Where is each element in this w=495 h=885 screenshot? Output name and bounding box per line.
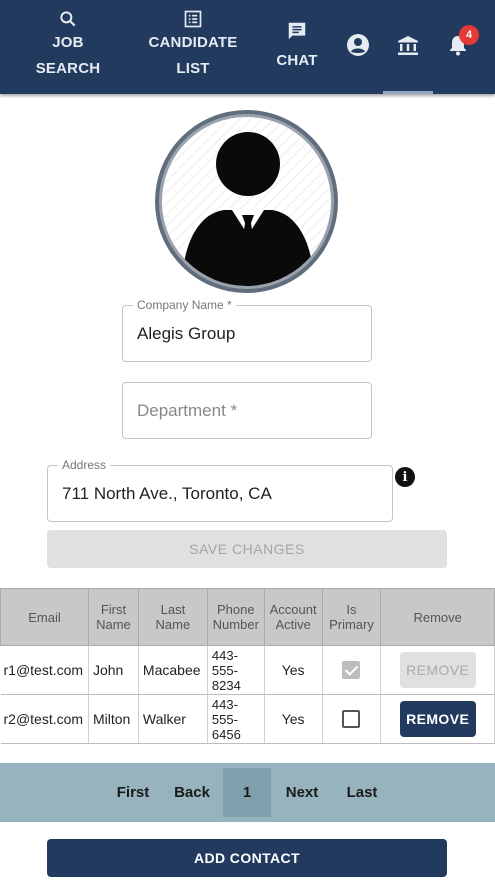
add-contact-button[interactable]: ADD CONTACT bbox=[47, 839, 447, 877]
company-name-field[interactable]: Company Name * Alegis Group bbox=[122, 298, 372, 362]
bank-icon bbox=[396, 33, 420, 62]
nav-chat[interactable]: CHAT bbox=[268, 0, 326, 94]
cell-first-name: John bbox=[88, 645, 139, 695]
cell-last-name: Walker bbox=[138, 694, 208, 744]
company-name-value: Alegis Group bbox=[137, 323, 236, 343]
notification-badge: 4 bbox=[459, 25, 479, 45]
page-current[interactable]: 1 bbox=[223, 768, 271, 817]
cell-account-active: Yes bbox=[264, 645, 323, 695]
address-value: 711 North Ave., Toronto, CA bbox=[62, 483, 272, 503]
cell-remove: REMOVE bbox=[380, 645, 495, 695]
header-is-primary: Is Primary bbox=[321, 588, 382, 646]
search-icon bbox=[58, 8, 78, 30]
nav-chat-label: CHAT bbox=[276, 52, 318, 69]
header-phone: Phone Number bbox=[206, 588, 265, 646]
nav-job-search-label: JOB SEARCH bbox=[35, 34, 101, 77]
department-placeholder: Department * bbox=[137, 400, 238, 420]
page-next[interactable]: Next bbox=[280, 763, 324, 822]
chat-icon bbox=[286, 20, 308, 42]
primary-checkbox[interactable] bbox=[342, 661, 361, 680]
header-first-name: First Name bbox=[87, 588, 139, 646]
nav-profile[interactable] bbox=[340, 0, 376, 94]
table-row: r2@test.com Milton Walker 443- 555- 6456 Y… bbox=[0, 694, 495, 744]
cell-is-primary bbox=[322, 645, 382, 695]
cell-phone: 443- 555- 6456 bbox=[207, 694, 265, 744]
header-last-name: Last Name bbox=[137, 588, 208, 646]
remove-button[interactable]: REMOVE bbox=[399, 652, 476, 688]
remove-button[interactable]: REMOVE bbox=[399, 701, 476, 737]
nav-job-search[interactable]: JOB SEARCH bbox=[28, 0, 108, 94]
page-back[interactable]: Back bbox=[170, 763, 214, 822]
save-changes-button[interactable]: SAVE CHANGES bbox=[47, 530, 447, 568]
company-avatar[interactable] bbox=[155, 110, 338, 293]
nav-company[interactable] bbox=[388, 0, 428, 94]
list-icon bbox=[183, 8, 203, 30]
cell-account-active: Yes bbox=[264, 694, 323, 744]
top-nav: JOB SEARCH CANDIDATE LIST CHAT 4 bbox=[0, 0, 495, 94]
table-row: r1@test.com John Macabee 443- 555- 8234 Ye… bbox=[0, 645, 495, 695]
primary-checkbox[interactable] bbox=[342, 710, 361, 729]
nav-notifications[interactable] bbox=[440, 0, 476, 94]
page-first[interactable]: First bbox=[112, 763, 154, 822]
account-circle-icon bbox=[346, 33, 370, 62]
cell-email: r1@test.com bbox=[0, 645, 89, 695]
department-field[interactable]: Department * bbox=[122, 382, 372, 439]
pagination: First Back 1 Next Last bbox=[0, 763, 495, 822]
cell-first-name: Milton bbox=[88, 694, 139, 744]
cell-is-primary bbox=[322, 694, 382, 744]
contacts-table: Email First Name Last Name Phone Number Acc… bbox=[0, 588, 495, 744]
table-header-row: Email First Name Last Name Phone Number Acc… bbox=[0, 588, 495, 646]
cell-remove: REMOVE bbox=[380, 694, 495, 744]
active-tab-indicator bbox=[383, 91, 433, 94]
cell-email: r2@test.com bbox=[0, 694, 89, 744]
cell-phone: 443- 555- 8234 bbox=[207, 645, 265, 695]
header-email: Email bbox=[0, 588, 89, 646]
header-account-active: Account Active bbox=[263, 588, 323, 646]
info-icon[interactable]: i bbox=[395, 467, 415, 487]
nav-candidate-list-label: CANDIDATE LIST bbox=[148, 34, 238, 77]
address-field[interactable]: Address 711 North Ave., Toronto, CA bbox=[47, 458, 393, 522]
person-icon bbox=[162, 117, 331, 286]
cell-last-name: Macabee bbox=[138, 645, 208, 695]
header-remove: Remove bbox=[380, 588, 495, 646]
page-last[interactable]: Last bbox=[341, 763, 383, 822]
nav-candidate-list[interactable]: CANDIDATE LIST bbox=[142, 0, 244, 94]
